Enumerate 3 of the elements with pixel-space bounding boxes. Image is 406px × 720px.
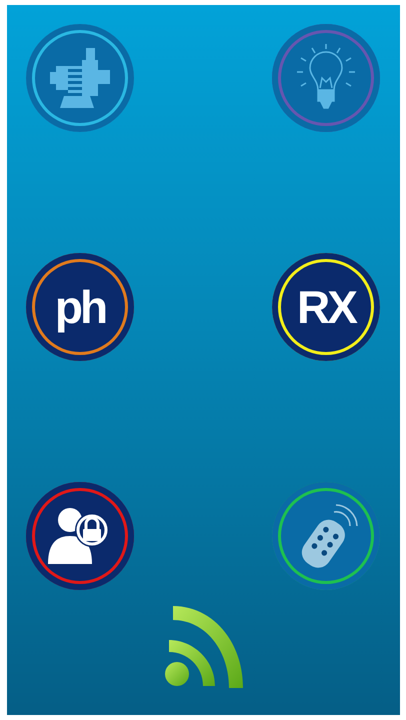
logo-button[interactable]: RX [272, 253, 380, 361]
lightbulb-icon [294, 44, 358, 112]
logo-button[interactable]: ph [26, 253, 134, 361]
